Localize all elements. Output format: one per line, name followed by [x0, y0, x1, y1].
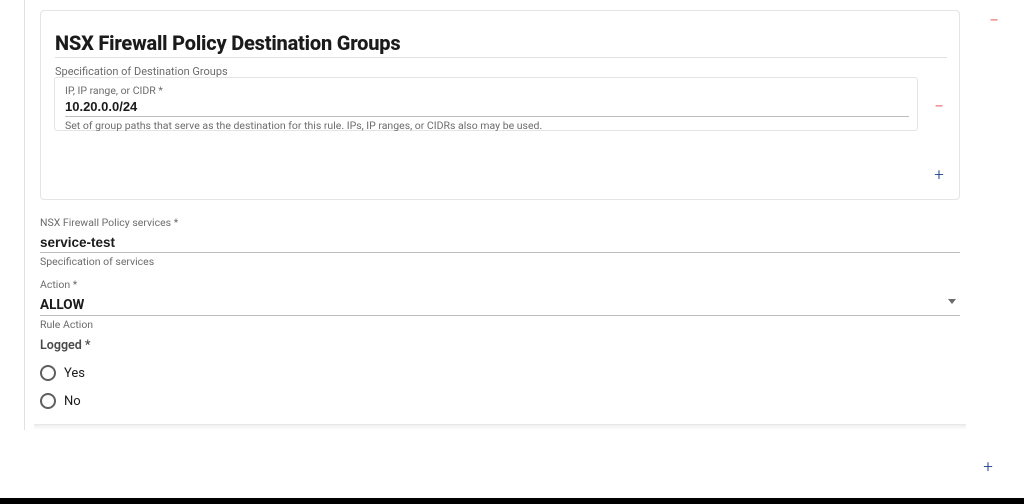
radio-icon: [40, 393, 56, 409]
services-input[interactable]: [40, 229, 960, 252]
ip-field-input[interactable]: [65, 99, 905, 114]
radio-option-label: No: [64, 394, 81, 409]
action-select[interactable]: ALLOW: [40, 291, 960, 315]
divider: [55, 57, 947, 58]
action-help: Rule Action: [40, 318, 960, 331]
add-rule-button[interactable]: +: [979, 458, 997, 476]
services-label: NSX Firewall Policy services *: [40, 216, 960, 229]
add-ip-entry-button[interactable]: +: [930, 166, 948, 184]
ip-field-label: IP, IP range, or CIDR *: [65, 84, 163, 97]
input-underline: [65, 116, 909, 117]
outer-left-divider: [24, 0, 25, 430]
panel-bottom-edge: [34, 424, 966, 430]
logged-option-yes[interactable]: Yes: [40, 365, 960, 381]
action-field: Action * ALLOW Rule Action: [40, 278, 960, 331]
plus-icon: +: [934, 167, 944, 184]
minus-icon: −: [989, 13, 999, 30]
ip-cidr-entry-panel: IP, IP range, or CIDR * Set of group pat…: [54, 77, 918, 131]
action-label: Action *: [40, 278, 960, 291]
logged-option-no[interactable]: No: [40, 393, 960, 409]
radio-icon: [40, 365, 56, 381]
chevron-down-icon: [948, 299, 956, 304]
ip-field-help: Set of group paths that serve as the des…: [65, 119, 542, 132]
logged-radio-group: Logged * Yes No: [40, 338, 960, 409]
input-underline: [40, 315, 960, 316]
plus-icon: +: [983, 459, 993, 476]
bottom-bezel: [0, 498, 1024, 504]
remove-rule-button[interactable]: −: [985, 12, 1003, 30]
radio-option-label: Yes: [64, 366, 85, 381]
logged-label: Logged *: [40, 338, 960, 353]
remove-ip-entry-button[interactable]: −: [930, 98, 948, 116]
services-field: NSX Firewall Policy services * Specifica…: [40, 216, 960, 268]
action-value: ALLOW: [40, 291, 960, 315]
minus-icon: −: [934, 99, 944, 116]
services-help: Specification of services: [40, 255, 960, 268]
section-title: NSX Firewall Policy Destination Groups: [55, 31, 400, 55]
input-underline: [40, 252, 960, 253]
